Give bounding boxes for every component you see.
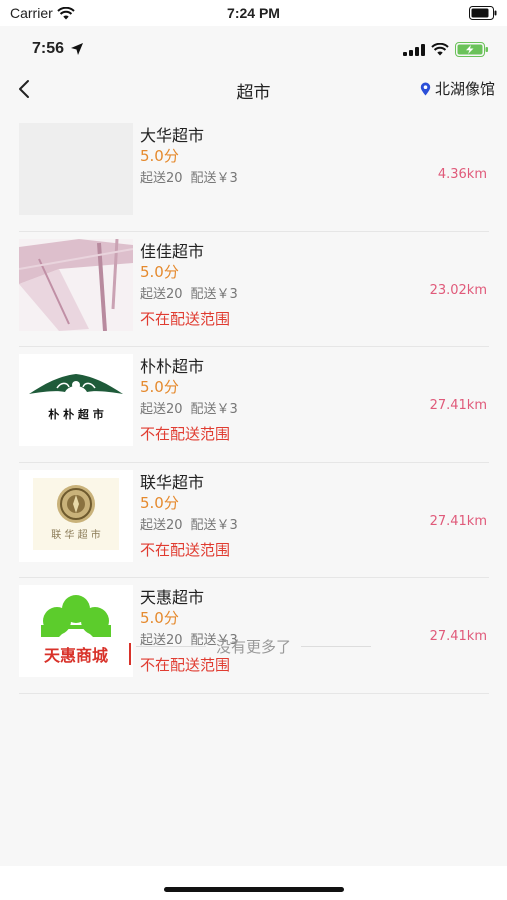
min-order: 起送20 xyxy=(140,171,183,186)
store-score: 5.0分 xyxy=(140,378,179,396)
min-order: 起送20 xyxy=(140,402,183,417)
store-thumbnail: 联 华 超 市 xyxy=(19,469,133,562)
store-score: 5.0分 xyxy=(140,493,179,512)
wifi-icon xyxy=(431,43,449,56)
out-of-range-label: 不在配送范围 xyxy=(140,309,231,328)
divider xyxy=(135,646,206,647)
delivery-fee: 配送￥3 xyxy=(190,402,238,417)
store-fees: 起送20 配送￥3 xyxy=(140,398,238,417)
min-order: 起送20 xyxy=(140,286,183,302)
store-name: 朴朴超市 xyxy=(140,357,205,376)
lianhua-logo-image: 联 华 超 市 xyxy=(19,469,133,562)
store-distance: 23.02km xyxy=(429,282,487,298)
store-list: 大华超市 5.0分 起送20 配送￥3 4.36km 佳佳超市 5.0分 起送2… xyxy=(19,116,489,694)
simulator-time: 7:24 PM xyxy=(227,5,280,21)
signal-icon xyxy=(403,43,425,56)
store-distance: 4.36km xyxy=(437,167,487,182)
store-fees: 起送20 配送￥3 xyxy=(140,514,238,533)
delivery-fee: 配送￥3 xyxy=(190,171,238,186)
store-item[interactable]: 联 华 超 市 联华超市 5.0分 起送20 配送￥3 27.41km 不在配送… xyxy=(19,463,489,578)
store-photo-image xyxy=(19,238,133,331)
device-status-bar: 7:56 xyxy=(0,26,507,72)
pupu-logo-image: 朴 朴 超 市 xyxy=(19,354,133,446)
divider xyxy=(301,646,371,647)
home-indicator[interactable] xyxy=(164,887,344,892)
store-name: 联华超市 xyxy=(140,472,205,492)
device-time-label: 7:56 xyxy=(32,40,65,57)
store-score: 5.0分 xyxy=(140,609,179,627)
simulator-status-bar: Carrier 7:24 PM xyxy=(0,0,507,26)
store-fees: 起送20 配送￥3 xyxy=(140,167,238,186)
location-selector[interactable]: 北湖像馆 xyxy=(420,78,495,99)
device-time: 7:56 xyxy=(32,40,84,58)
list-end-footer: 没有更多了 xyxy=(0,636,507,657)
store-fees: 起送20 配送￥3 xyxy=(140,283,238,302)
store-score: 5.0分 xyxy=(140,147,179,165)
no-more-label: 没有更多了 xyxy=(215,638,291,656)
battery-icon xyxy=(469,6,497,20)
store-distance: 27.41km xyxy=(429,513,487,529)
charging-battery-icon xyxy=(455,42,488,57)
min-order: 起送20 xyxy=(140,517,183,533)
app-screen: 7:56 超市 北湖像馆 大华超市 5.0分 起送20 配送￥3 4.36km … xyxy=(0,26,507,866)
store-item[interactable]: 朴 朴 超 市 朴朴超市 5.0分 起送20 配送￥3 27.41km 不在配送… xyxy=(19,347,489,463)
store-thumbnail: 朴 朴 超 市 xyxy=(19,354,133,446)
store-name: 大华超市 xyxy=(140,126,205,145)
store-thumbnail xyxy=(19,123,133,215)
store-thumbnail: 天惠商城 xyxy=(19,585,133,677)
pupu-logo-text: 朴 朴 超 市 xyxy=(48,407,104,421)
out-of-range-label: 不在配送范围 xyxy=(140,425,231,443)
location-arrow-icon xyxy=(71,43,84,55)
store-distance: 27.41km xyxy=(429,398,487,413)
lianhua-logo-text: 联 华 超 市 xyxy=(51,528,101,541)
store-name: 天惠超市 xyxy=(140,588,205,607)
device-status-icons xyxy=(403,42,489,57)
tianhui-logo-image: 天惠商城 xyxy=(19,585,133,677)
store-name: 佳佳超市 xyxy=(140,241,205,261)
store-item[interactable]: 佳佳超市 5.0分 起送20 配送￥3 23.02km 不在配送范围 xyxy=(19,232,489,347)
delivery-fee: 配送￥3 xyxy=(190,517,238,533)
out-of-range-label: 不在配送范围 xyxy=(140,540,231,559)
delivery-fee: 配送￥3 xyxy=(190,286,238,302)
location-pin-icon xyxy=(420,82,431,95)
store-score: 5.0分 xyxy=(140,262,179,281)
navigation-bar: 超市 北湖像馆 xyxy=(0,72,507,106)
location-label: 北湖像馆 xyxy=(434,80,495,98)
store-thumbnail xyxy=(19,238,133,331)
out-of-range-label: 不在配送范围 xyxy=(140,656,231,674)
store-item[interactable]: 大华超市 5.0分 起送20 配送￥3 4.36km xyxy=(19,116,489,232)
